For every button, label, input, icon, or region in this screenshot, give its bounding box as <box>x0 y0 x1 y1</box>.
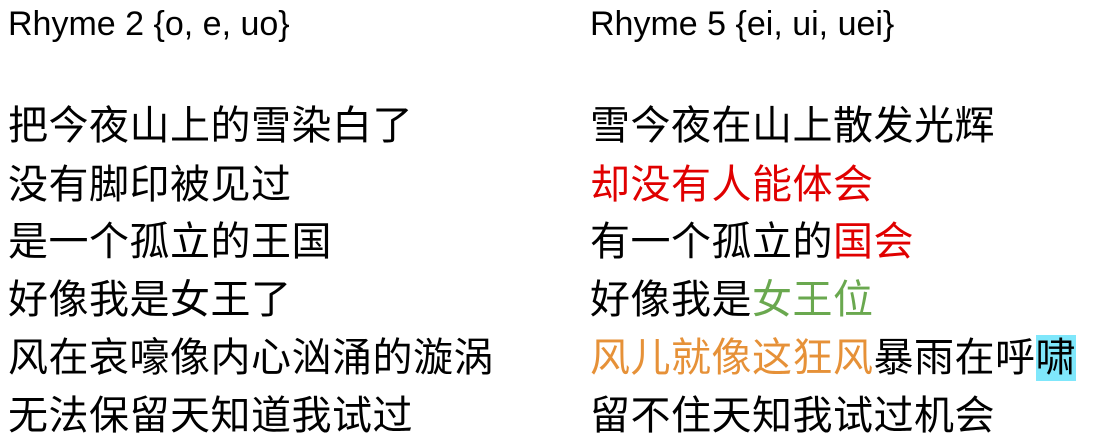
right-line-6: 留不住天知我试过机会 <box>590 392 995 440</box>
left-heading: Rhyme 2 {o, e, uo} <box>8 5 290 43</box>
left-line-3: 是一个孤立的王国 <box>8 219 332 265</box>
right-line-4: 好像我是女王位 <box>590 276 874 324</box>
right-line-4-segment: 好像我是 <box>590 277 752 323</box>
right-line-4-rhyme-segment: 女王位 <box>752 277 874 323</box>
right-line-2: 却没有人能体会 <box>590 161 874 209</box>
right-line-1-segment: 雪今夜在山上散发光辉 <box>590 103 995 149</box>
right-heading: Rhyme 5 {ei, ui, uei} <box>590 5 895 43</box>
left-line-1: 把今夜山上的雪染白了 <box>8 103 413 149</box>
right-line-5-rhyme-segment: 风儿就像这狂风 <box>590 335 874 381</box>
right-line-1: 雪今夜在山上散发光辉 <box>590 102 995 150</box>
left-line-6: 无法保留天知道我试过 <box>8 393 413 439</box>
right-line-2-rhyme-segment: 却没有人能体会 <box>590 162 874 208</box>
right-line-3-rhyme-segment: 国会 <box>833 219 914 265</box>
right-line-5-segment: 暴雨在呼 <box>873 335 1036 381</box>
right-line-6-segment: 留不住天知我试过机会 <box>590 393 995 439</box>
left-line-2: 没有脚印被见过 <box>8 162 292 208</box>
right-line-5: 风儿就像这狂风暴雨在呼啸 <box>590 334 1076 382</box>
right-line-3-segment: 有一个孤立的 <box>590 219 833 265</box>
right-line-5-highlighted-char: 啸 <box>1035 335 1076 381</box>
left-line-4: 好像我是女王了 <box>8 277 292 323</box>
right-line-3: 有一个孤立的国会 <box>590 218 914 266</box>
left-line-5: 风在哀嚎像内心汹涌的漩涡 <box>8 335 494 381</box>
